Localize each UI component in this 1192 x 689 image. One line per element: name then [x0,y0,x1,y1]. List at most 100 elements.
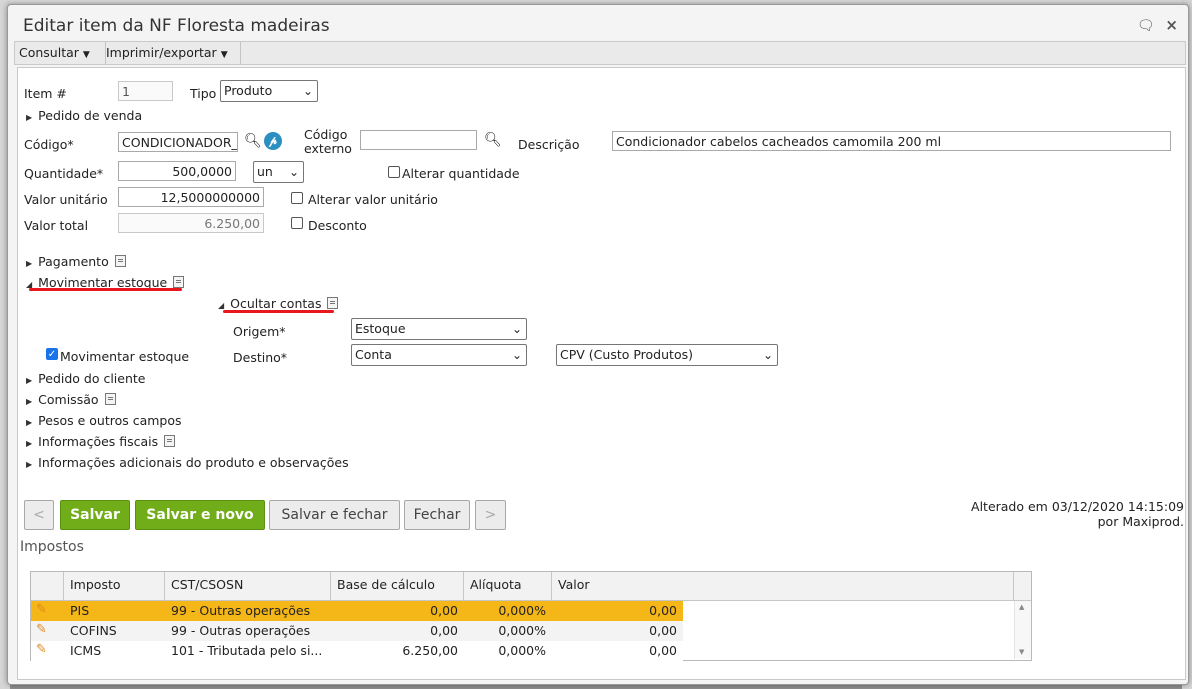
info-adicionais-toggle[interactable]: ▶ Informações adicionais do produto e obs… [26,455,349,470]
notes-icon [173,276,185,288]
cell-aliquota: 0,000% [498,603,546,618]
grid-scrollbar[interactable]: ▲ ▼ [1014,601,1031,659]
valor-unitario-input[interactable]: 12,5000000000 [118,187,264,207]
destino-select[interactable]: Conta ⌄ [351,344,527,366]
edit-pencil-icon[interactable]: ✎ [36,622,47,637]
cell-imposto: COFINS [70,623,117,638]
info-fiscais-label: Informações fiscais [38,434,159,449]
unidade-select[interactable]: un ⌄ [253,161,304,183]
impostos-title: Impostos [20,539,84,555]
next-item-button[interactable]: > [475,500,506,530]
expand-arrow-icon: ▶ [26,439,33,448]
column-header-cst[interactable]: CST/CSOSN [165,572,331,600]
destino-label: Destino* [233,350,288,365]
table-row[interactable]: ✎ ICMS 101 - Tributada pelo si... 6.250,… [31,641,683,661]
edit-column-header [31,572,64,600]
cell-aliquota: 0,000% [498,623,546,638]
desconto-label: Desconto [308,218,367,233]
collapse-arrow-icon: ◢ [218,301,225,310]
edit-pencil-icon[interactable]: ✎ [36,642,47,657]
impostos-grid: Imposto CST/CSOSN Base de cálculo Alíquo… [30,571,1032,661]
dialog-toolbar: Consultar ▼ Imprimir/exportar ▼ [14,41,1186,65]
codigo-input[interactable]: CONDICIONADOR_ [118,132,238,152]
item-number-input[interactable]: 1 [118,81,173,101]
edit-pencil-icon[interactable]: ✎ [36,602,47,617]
alterar-quantidade-label: Alterar quantidade [402,166,520,181]
column-header-valor[interactable]: Valor [552,572,1014,600]
descricao-input[interactable]: Condicionador cabelos cacheados camomila… [612,131,1171,151]
expand-arrow-icon: ▶ [26,113,33,122]
descricao-label: Descrição [518,137,580,152]
column-header-aliquota[interactable]: Alíquota [464,572,552,600]
cell-valor: 0,00 [649,643,677,658]
origem-select[interactable]: Estoque ⌄ [351,318,527,340]
cell-base: 0,00 [430,603,458,618]
salvar-e-fechar-button[interactable]: Salvar e fechar [269,500,400,530]
red-annotation-underline [29,288,182,291]
chevron-down-icon: ⌄ [762,348,773,362]
fechar-button[interactable]: Fechar [404,500,470,530]
salvar-button[interactable]: Salvar [60,500,130,530]
ocultar-contas-toggle[interactable]: ◢ Ocultar contas [218,296,339,311]
caret-down-icon: ▼ [82,50,90,60]
expand-arrow-icon: ▶ [26,259,33,268]
quantidade-label: Quantidade* [24,166,104,181]
pagamento-toggle[interactable]: ▶ Pagamento [26,254,126,269]
codigo-externo-label: Código externo [304,128,352,156]
altered-info: Alterado em 03/12/2020 14:15:09 por Maxip… [918,499,1184,529]
conta-select[interactable]: CPV (Custo Produtos) ⌄ [556,344,778,366]
red-annotation-underline [223,310,334,313]
quantidade-input[interactable]: 500,0000 [118,161,236,181]
info-fiscais-toggle[interactable]: ▶ Informações fiscais [26,434,176,449]
alterar-quantidade-checkbox[interactable] [388,166,400,178]
conta-select-value: CPV (Custo Produtos) [560,347,693,362]
column-header-base[interactable]: Base de cálculo [331,572,464,600]
origem-label: Origem* [233,324,286,339]
search-icon[interactable]: 🔍︎ [244,133,262,149]
codigo-label: Código* [24,137,74,152]
impostos-grid-header: Imposto CST/CSOSN Base de cálculo Alíquo… [31,572,1031,601]
cell-cst: 99 - Outras operações [171,623,311,638]
pedido-cliente-toggle[interactable]: ▶ Pedido do cliente [26,371,145,386]
pesos-toggle[interactable]: ▶ Pesos e outros campos [26,413,182,428]
cell-cst: 99 - Outras operações [171,603,311,618]
caret-down-icon: ▼ [220,50,228,60]
cell-base: 6.250,00 [402,643,458,658]
imprimir-exportar-menu-button[interactable]: Imprimir/exportar ▼ [102,42,241,64]
table-row[interactable]: ✎ COFINS 99 - Outras operações 0,00 0,00… [31,621,683,641]
tipo-select[interactable]: Produto ⌄ [220,80,318,102]
scroll-down-icon[interactable]: ▼ [1019,648,1024,656]
alterar-valor-unitario-label: Alterar valor unitário [308,192,438,207]
cell-cst: 101 - Tributada pelo si... [171,643,323,658]
edit-item-dialog: Editar item da NF Floresta madeiras 🗨 × … [7,4,1189,685]
origem-select-value: Estoque [355,321,406,336]
ocultar-contas-label: Ocultar contas [230,296,322,311]
search-icon[interactable]: 🔍︎ [484,132,502,148]
dialog-titlebar[interactable]: Editar item da NF Floresta madeiras 🗨 × [8,5,1188,41]
info-adicionais-label: Informações adicionais do produto e obse… [38,455,349,470]
cell-valor: 0,00 [649,623,677,638]
column-header-imposto[interactable]: Imposto [64,572,165,600]
scroll-up-icon[interactable]: ▲ [1019,603,1024,611]
chevron-down-icon: ⌄ [511,322,522,336]
close-icon[interactable]: × [1165,16,1178,34]
cell-imposto: ICMS [70,643,102,658]
chevron-down-icon: ⌄ [511,348,522,362]
dialog-title: Editar item da NF Floresta madeiras [23,16,330,36]
pedido-venda-toggle[interactable]: ▶ Pedido de venda [26,108,142,123]
desconto-checkbox[interactable] [291,217,303,229]
cell-aliquota: 0,000% [498,643,546,658]
table-row[interactable]: ✎ PIS 99 - Outras operações 0,00 0,000% … [31,601,683,621]
chevron-down-icon: ⌄ [302,84,313,98]
speech-bubble-icon[interactable]: 🗨 [1137,18,1155,34]
consultar-menu-button[interactable]: Consultar ▼ [15,42,106,64]
imprimir-label: Imprimir/exportar [106,45,217,60]
previous-item-button[interactable]: < [24,500,54,530]
salvar-e-novo-button[interactable]: Salvar e novo [135,500,265,530]
alterar-valor-unitario-checkbox[interactable] [291,192,303,204]
movimentar-estoque-checkbox[interactable]: ✓ [46,348,58,360]
pedido-venda-label: Pedido de venda [38,108,143,123]
codigo-externo-input[interactable] [360,130,477,150]
lookup-info-icon[interactable]: 𝓅 [264,132,282,150]
comissao-toggle[interactable]: ▶ Comissão [26,392,116,407]
